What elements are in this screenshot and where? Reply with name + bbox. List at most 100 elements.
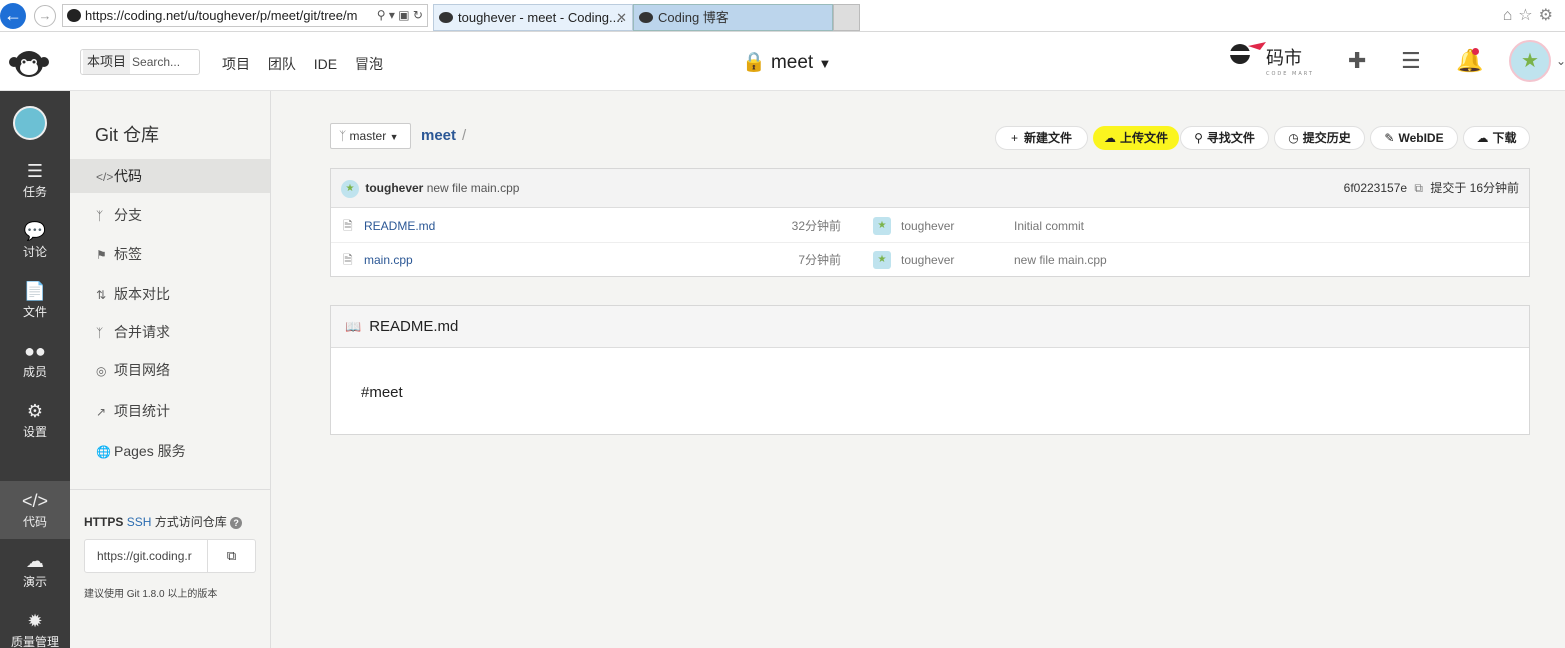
clone-url[interactable]: https://git.coding.r bbox=[97, 549, 207, 563]
sidebar-divider bbox=[70, 489, 270, 490]
file-user-avatar[interactable]: ★ bbox=[873, 251, 891, 269]
sidebar-item-pages[interactable]: 🌐 Pages 服务 bbox=[70, 434, 270, 468]
user-avatar[interactable]: ★ bbox=[1509, 40, 1551, 82]
address-tools-icon[interactable]: ⚲ ▾ ▣ ↻ bbox=[372, 5, 423, 26]
nav-discussion[interactable]: 💬 讨论 bbox=[0, 211, 70, 269]
nav-demo[interactable]: ☁ 演示 bbox=[0, 541, 70, 599]
nav-team[interactable]: 团队 bbox=[268, 56, 296, 72]
nav-quality[interactable]: ✹ 质量管理 bbox=[0, 601, 70, 648]
search-placeholder: Search... bbox=[132, 55, 181, 69]
sidebar-item-code[interactable]: </>代码 bbox=[70, 159, 270, 193]
nav-ide[interactable]: IDE bbox=[314, 56, 337, 72]
branch-name: master bbox=[349, 129, 387, 143]
search-icon: ⚲ bbox=[1194, 131, 1203, 145]
nav-projects[interactable]: 项目 bbox=[222, 56, 250, 72]
sidebar-title: Git 仓库 bbox=[95, 125, 160, 145]
sidebar-item-network[interactable]: ◎ 项目网络 bbox=[70, 353, 270, 387]
branch-icon: ᛉ bbox=[339, 129, 347, 143]
file-name[interactable]: main.cpp bbox=[364, 243, 413, 277]
task-icon: ☰ bbox=[26, 161, 44, 181]
find-file-button[interactable]: ⚲ 寻找文件 bbox=[1180, 126, 1269, 150]
branch-selector[interactable]: ᛉ master ▼ bbox=[330, 123, 411, 149]
clone-url-field[interactable]: https://git.coding.r ⧉ bbox=[84, 539, 256, 573]
commit-user[interactable]: toughever bbox=[365, 181, 423, 195]
file-user-avatar[interactable]: ★ bbox=[873, 217, 891, 235]
clone-title: HTTPS SSH 方式访问仓库 ? bbox=[84, 513, 243, 530]
file-user[interactable]: toughever bbox=[901, 209, 954, 243]
nav-files[interactable]: 📄 文件 bbox=[0, 271, 70, 329]
plus-icon[interactable]: ✚ bbox=[1348, 48, 1366, 74]
commit-history-button[interactable]: ◷ 提交历史 bbox=[1274, 126, 1365, 150]
book-icon: 📖 bbox=[345, 319, 362, 334]
merge-request-icon: ᛉ bbox=[96, 326, 104, 340]
pages-icon: 🌐 bbox=[96, 445, 111, 459]
clock-icon: ◷ bbox=[1288, 131, 1299, 145]
sidebar-item-compare[interactable]: ⇅ 版本对比 bbox=[70, 277, 270, 311]
file-commit-message[interactable]: new file main.cpp bbox=[1014, 243, 1107, 277]
sidebar-item-merge[interactable]: ᛉ 合并请求 bbox=[70, 315, 270, 349]
new-tab-button[interactable] bbox=[833, 4, 860, 31]
project-switcher[interactable]: 🔒 meet ▼ bbox=[742, 50, 831, 74]
clone-https[interactable]: HTTPS bbox=[84, 515, 123, 529]
cloud-download-icon: ☁ bbox=[1476, 131, 1489, 145]
commit-time: 提交于 16分钟前 bbox=[1430, 181, 1519, 195]
site-favicon-icon bbox=[67, 9, 81, 22]
commit-hash[interactable]: 6f0223157e bbox=[1344, 181, 1407, 195]
code-mart-logo[interactable]: 码市 CODE MART bbox=[1226, 40, 1318, 78]
file-time: 32分钟前 bbox=[791, 219, 841, 233]
copy-icon[interactable]: ⧉ bbox=[1414, 181, 1423, 195]
forward-arrow-icon[interactable]: → bbox=[34, 5, 56, 27]
webide-button[interactable]: ✎ WebIDE bbox=[1370, 126, 1458, 150]
code-icon: </> bbox=[21, 491, 49, 511]
nav-members[interactable]: ●● 成员 bbox=[0, 331, 70, 389]
tag-icon: ⚑ bbox=[96, 248, 107, 262]
back-arrow-icon[interactable]: ← bbox=[0, 3, 26, 29]
sidebar-item-branch[interactable]: ᛉ 分支 bbox=[70, 198, 270, 232]
caret-down-icon: ▼ bbox=[389, 132, 399, 142]
file-user[interactable]: toughever bbox=[901, 243, 954, 277]
tab-close-icon[interactable]: ✕ bbox=[616, 5, 627, 30]
copy-icon[interactable]: ⧉ bbox=[207, 540, 255, 572]
breadcrumb-repo[interactable]: meet bbox=[421, 127, 456, 144]
file-commit-message[interactable]: Initial commit bbox=[1014, 209, 1084, 243]
sidebar-item-stats[interactable]: ↗ 项目统计 bbox=[70, 394, 270, 428]
branch-icon: ᛉ bbox=[96, 209, 104, 223]
app-header: 本项目 Search... 项目 团队 IDE 冒泡 🔒 meet ▼ bbox=[0, 32, 1565, 91]
stats-icon: ↗ bbox=[96, 405, 107, 419]
breadcrumb-separator: / bbox=[462, 127, 467, 144]
nav-code[interactable]: </> 代码 bbox=[0, 481, 70, 539]
search-input[interactable]: 本项目 Search... bbox=[80, 49, 200, 75]
search-scope[interactable]: 本项目 bbox=[83, 50, 131, 74]
download-button[interactable]: ☁ 下载 bbox=[1463, 126, 1530, 150]
coding-logo-icon[interactable] bbox=[8, 44, 50, 80]
nav-bubble[interactable]: 冒泡 bbox=[355, 56, 383, 72]
nav-settings[interactable]: ⚙ 设置 bbox=[0, 391, 70, 449]
browser-toolbar-icons[interactable]: ⌂☆⚙ bbox=[1503, 5, 1559, 25]
nav-tasks[interactable]: ☰ 任务 bbox=[0, 151, 70, 209]
table-row[interactable]: 🗎 main.cpp 7分钟前 ★ toughever new file mai… bbox=[331, 243, 1529, 277]
upload-file-button[interactable]: ☁ 上传文件 bbox=[1093, 126, 1179, 150]
last-commit-bar: ★ toughever new file main.cpp 6f0223157e… bbox=[331, 169, 1529, 208]
commit-message[interactable]: new file main.cpp bbox=[427, 181, 520, 195]
address-bar[interactable]: https://coding.net/u/toughever/p/meet/gi… bbox=[62, 4, 428, 27]
table-row[interactable]: 🗎 README.md 32分钟前 ★ toughever Initial co… bbox=[331, 209, 1529, 243]
readme-header: 📖 README.md bbox=[331, 306, 1529, 348]
edit-icon: ✎ bbox=[1384, 131, 1395, 145]
file-icon: 🗎 bbox=[343, 253, 353, 267]
help-icon[interactable]: ? bbox=[230, 517, 243, 529]
new-file-button[interactable]: + 新建文件 bbox=[995, 126, 1088, 150]
breadcrumb: meet / bbox=[421, 127, 466, 144]
server-icon[interactable]: ☰ bbox=[1401, 48, 1421, 74]
tab-active[interactable]: toughever - meet - Coding.... ✕ bbox=[433, 4, 633, 31]
clone-ssh[interactable]: SSH bbox=[127, 515, 152, 529]
address-url: https://coding.net/u/toughever/p/meet/gi… bbox=[85, 8, 358, 23]
commit-avatar[interactable]: ★ bbox=[341, 179, 359, 198]
tab-inactive[interactable]: Coding 博客 bbox=[633, 4, 833, 31]
avatar-chevron-icon[interactable]: ⌄ bbox=[1556, 54, 1565, 68]
project-avatar[interactable] bbox=[13, 106, 47, 140]
bell-icon[interactable]: 🔔 bbox=[1456, 48, 1483, 74]
file-name[interactable]: README.md bbox=[364, 209, 435, 243]
sidebar-item-tags[interactable]: ⚑ 标签 bbox=[70, 237, 270, 271]
clone-text: 方式访问仓库 bbox=[154, 515, 227, 529]
settings-icon: ⚙ bbox=[26, 401, 44, 421]
